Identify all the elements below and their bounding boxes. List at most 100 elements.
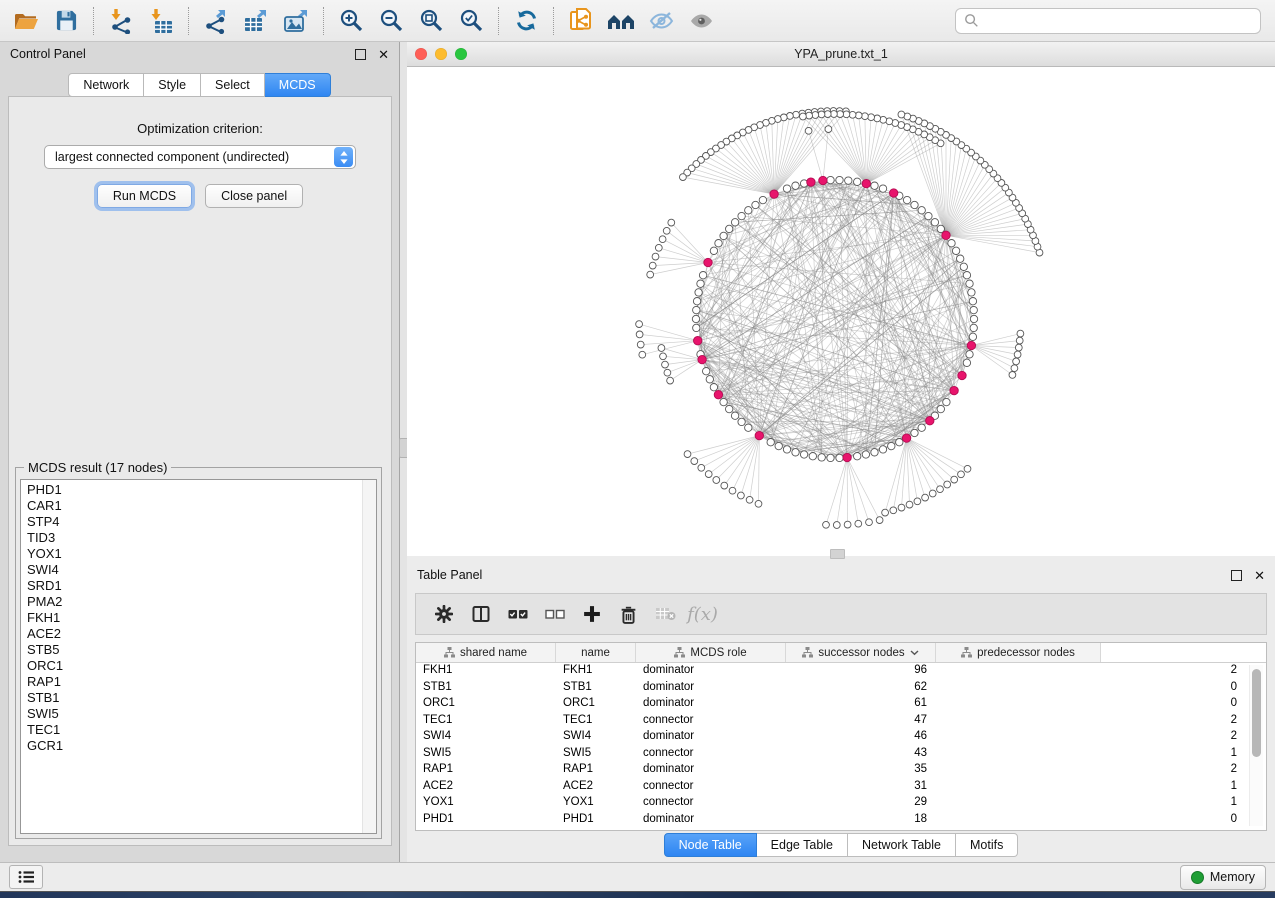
column-header-MCDS-role[interactable]: MCDS role [636,643,786,662]
network-title-bar[interactable]: YPA_prune.txt_1 [407,42,1275,67]
mcds-result-item[interactable]: PHD1 [27,482,376,498]
select-all-button[interactable] [502,599,533,629]
table-row[interactable]: ACE2ACE2connector311 [416,778,1266,795]
open-folder-icon [13,9,39,33]
optimization-criterion-select[interactable]: largest connected component (undirected) [44,145,356,169]
control-panel-title: Control Panel [10,47,86,61]
tab-select[interactable]: Select [201,73,265,97]
trash-icon [620,605,637,624]
column-header-shared-name[interactable]: shared name [416,643,556,662]
save-button[interactable] [46,4,86,38]
table-row[interactable]: STB1STB1dominator620 [416,679,1266,696]
search-box[interactable] [955,8,1261,34]
mcds-result-item[interactable]: TID3 [27,530,376,546]
zoom-selected-button[interactable] [451,4,491,38]
table-row[interactable]: TEC1TEC1connector472 [416,712,1266,729]
table-row[interactable]: ORC1ORC1dominator610 [416,695,1266,712]
mcds-result-item[interactable]: YOX1 [27,546,376,562]
desktop-background [0,892,1275,898]
float-panel-icon[interactable] [355,49,366,60]
zoom-out-button[interactable] [371,4,411,38]
close-panel-icon[interactable]: ✕ [378,48,389,61]
table-row[interactable]: PHD1PHD1dominator180 [416,811,1266,828]
clone-network-button[interactable] [561,4,601,38]
column-header-successor-nodes[interactable]: successor nodes [786,643,936,662]
table-row[interactable]: RAP1RAP1dominator352 [416,761,1266,778]
search-input[interactable] [985,13,1252,29]
mcds-result-item[interactable]: TEC1 [27,722,376,738]
memory-label: Memory [1210,870,1255,884]
status-menu-button[interactable] [9,865,43,889]
first-neighbors-button[interactable] [601,4,641,38]
memory-button[interactable]: Memory [1180,865,1266,890]
export-table-icon [243,8,269,34]
run-mcds-button[interactable]: Run MCDS [97,184,192,208]
tab-network[interactable]: Network [68,73,144,97]
column-header-predecessor-nodes[interactable]: predecessor nodes [936,643,1101,662]
hide-selected-eye-icon [648,10,675,32]
mcds-result-item[interactable]: SWI5 [27,706,376,722]
table-settings-button[interactable] [428,599,459,629]
tab-style[interactable]: Style [144,73,201,97]
zoom-fit-button[interactable] [411,4,451,38]
splitter-grip[interactable] [830,549,845,559]
list-scrollbar[interactable] [362,480,376,833]
float-panel-icon[interactable] [1231,570,1242,581]
network-graph [407,67,1275,557]
tab-network-table[interactable]: Network Table [848,833,956,857]
table-scrollbar[interactable] [1249,665,1263,826]
mcds-result-item[interactable]: STB1 [27,690,376,706]
unselect-all-button[interactable] [539,599,570,629]
export-image-button[interactable] [276,4,316,38]
mcds-result-item[interactable]: GCR1 [27,738,376,754]
zoom-in-button[interactable] [331,4,371,38]
table-row[interactable]: SWI4SWI4dominator462 [416,728,1266,745]
table-header: shared namenameMCDS rolesuccessor nodesp… [416,643,1266,663]
function-builder-button-disabled: f(x) [687,599,718,629]
show-all-eye-icon [688,10,715,32]
close-panel-icon[interactable]: ✕ [1254,569,1265,582]
tab-edge-table[interactable]: Edge Table [757,833,848,857]
refresh-button[interactable] [506,4,546,38]
mcds-result-list[interactable]: PHD1CAR1STP4TID3YOX1SWI4SRD1PMA2FKH1ACE2… [20,479,377,834]
table-panel-title: Table Panel [417,568,482,582]
add-column-button[interactable] [576,599,607,629]
mcds-result-item[interactable]: ACE2 [27,626,376,642]
mcds-result-item[interactable]: STP4 [27,514,376,530]
import-network-button[interactable] [101,4,141,38]
delete-column-button[interactable] [613,599,644,629]
hide-selected-button[interactable] [641,4,681,38]
network-view-window: YPA_prune.txt_1 [407,42,1275,556]
import-table-icon [148,8,174,34]
network-canvas[interactable] [407,67,1275,557]
search-icon [964,13,979,28]
mcds-result-item[interactable]: RAP1 [27,674,376,690]
show-column-button[interactable] [465,599,496,629]
export-table-button[interactable] [236,4,276,38]
show-all-button[interactable] [681,4,721,38]
mcds-result-item[interactable]: ORC1 [27,658,376,674]
tab-motifs[interactable]: Motifs [956,833,1018,857]
mcds-result-item[interactable]: SRD1 [27,578,376,594]
table-row[interactable]: YOX1YOX1connector291 [416,794,1266,811]
close-panel-button[interactable]: Close panel [205,184,303,208]
open-button[interactable] [6,4,46,38]
mcds-result-item[interactable]: PMA2 [27,594,376,610]
table-row[interactable]: SWI5SWI5connector431 [416,745,1266,762]
export-network-button[interactable] [196,4,236,38]
table-panel: Table Panel ✕ [407,563,1275,862]
scrollbar-thumb[interactable] [1252,669,1261,757]
status-bar: Memory [0,862,1275,891]
table-row[interactable]: FKH1FKH1dominator962 [416,662,1266,679]
mcds-result-item[interactable]: SWI4 [27,562,376,578]
tab-mcds[interactable]: MCDS [265,73,331,97]
mcds-result-item[interactable]: STB5 [27,642,376,658]
import-table-button[interactable] [141,4,181,38]
column-header-name[interactable]: name [556,643,636,662]
optimization-criterion-label: Optimization criterion: [9,121,391,136]
mcds-result-item[interactable]: FKH1 [27,610,376,626]
selected-criterion-value: largest connected component (undirected) [55,150,330,164]
mcds-result-item[interactable]: CAR1 [27,498,376,514]
export-image-icon [283,8,310,34]
tab-node-table[interactable]: Node Table [664,833,757,857]
